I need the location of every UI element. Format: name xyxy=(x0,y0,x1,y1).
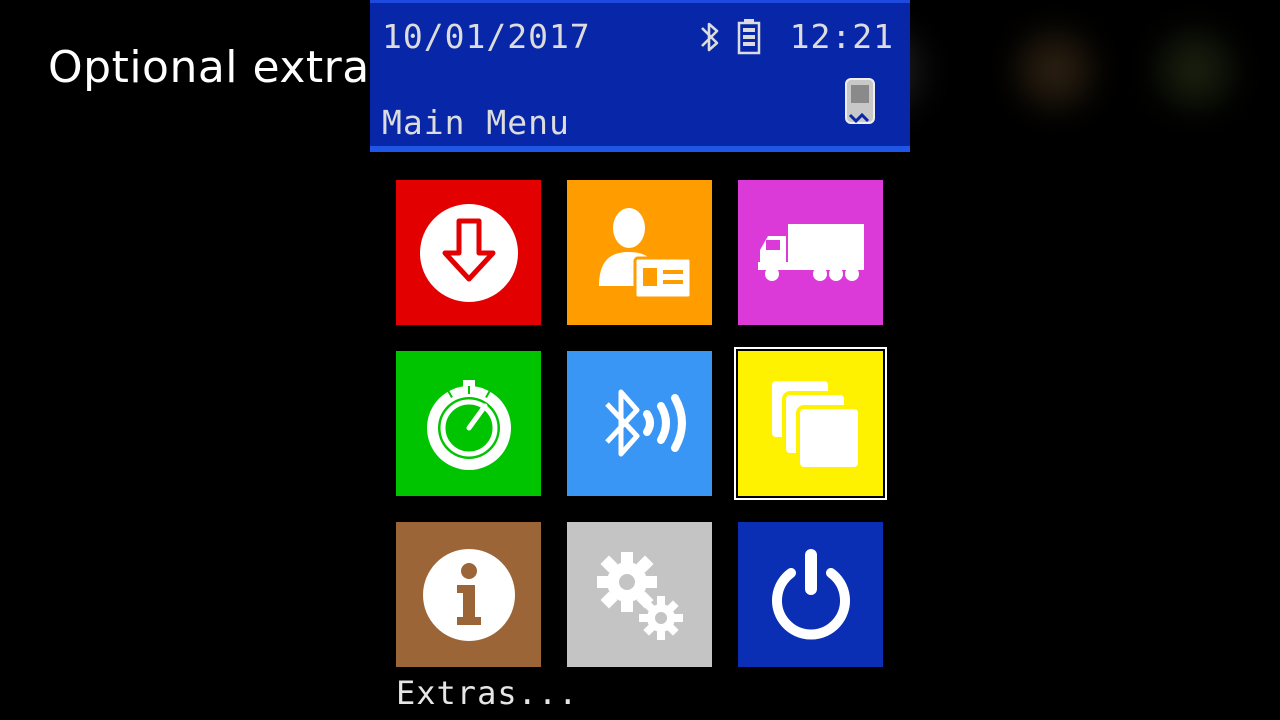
bluetooth-signal-icon xyxy=(604,389,686,456)
driver-card-icon xyxy=(598,207,692,299)
status-header: 10/01/2017 12:21 Main Menu xyxy=(370,0,910,152)
bluetooth-icon xyxy=(698,19,722,59)
stopwatch-icon xyxy=(426,379,511,470)
timer-tile[interactable] xyxy=(396,351,541,496)
screen-title: Main Menu xyxy=(382,103,570,142)
download-tile[interactable] xyxy=(396,180,541,325)
handheld-device-icon xyxy=(842,75,878,135)
vehicle-tile[interactable] xyxy=(738,180,883,325)
driver-card-tile[interactable] xyxy=(567,180,712,325)
video-caption: Optional extras xyxy=(48,42,394,93)
power-tile[interactable] xyxy=(738,522,883,667)
date-display: 10/01/2017 xyxy=(382,17,591,56)
time-display: 12:21 xyxy=(789,17,894,56)
background-light xyxy=(1020,35,1090,105)
device-screen: 10/01/2017 12:21 Main Menu Extras... xyxy=(370,0,910,720)
info-icon xyxy=(422,548,515,641)
info-tile[interactable] xyxy=(396,522,541,667)
extras-stack-icon xyxy=(767,376,862,471)
settings-gears-icon xyxy=(596,551,683,640)
extras-tile[interactable] xyxy=(738,351,883,496)
power-icon xyxy=(771,548,850,639)
selected-item-label: Extras... xyxy=(396,674,579,712)
truck-icon xyxy=(757,223,864,281)
settings-tile[interactable] xyxy=(567,522,712,667)
battery-icon xyxy=(736,17,762,59)
download-arrow-icon xyxy=(419,203,518,302)
bluetooth-tile[interactable] xyxy=(567,351,712,496)
background-light xyxy=(1160,35,1230,105)
